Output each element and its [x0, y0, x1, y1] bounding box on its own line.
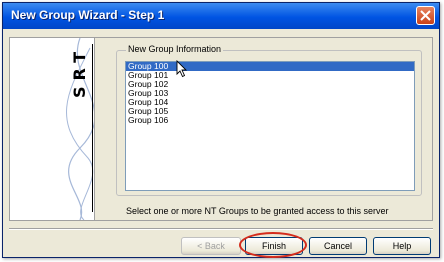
logo-divider [92, 44, 93, 212]
close-icon [420, 10, 431, 21]
list-item[interactable]: Group 102 [126, 80, 414, 89]
instruction-text: Select one or more NT Groups to be grant… [126, 206, 389, 216]
cancel-button[interactable]: Cancel [309, 237, 367, 255]
window-title: New Group Wizard - Step 1 [11, 8, 165, 22]
title-bar: New Group Wizard - Step 1 [3, 3, 439, 29]
dialog-client: SRT New Group Information Group 100 Group… [3, 29, 439, 258]
group-information-label: New Group Information [126, 44, 224, 54]
list-item[interactable]: Group 104 [126, 98, 414, 107]
list-item[interactable]: Group 101 [126, 71, 414, 80]
list-item[interactable]: Group 100 [126, 62, 414, 71]
wizard-panel: SRT New Group Information Group 100 Group… [9, 37, 433, 221]
help-button[interactable]: Help [373, 237, 431, 255]
list-item[interactable]: Group 106 [126, 116, 414, 125]
side-graphic: SRT [10, 38, 95, 220]
list-item[interactable]: Group 105 [126, 107, 414, 116]
back-button[interactable]: < Back [181, 237, 241, 255]
group-listbox[interactable]: Group 100 Group 101 Group 102 Group 103 Grou… [125, 61, 415, 191]
wizard-window: New Group Wizard - Step 1 SRT New Group … [2, 2, 440, 258]
mouse-pointer-icon [176, 60, 188, 78]
list-item[interactable]: Group 103 [126, 89, 414, 98]
finish-highlight-ring [239, 232, 307, 258]
close-button[interactable] [416, 6, 435, 25]
logo-text: SRT [70, 46, 89, 99]
button-separator [9, 228, 433, 230]
